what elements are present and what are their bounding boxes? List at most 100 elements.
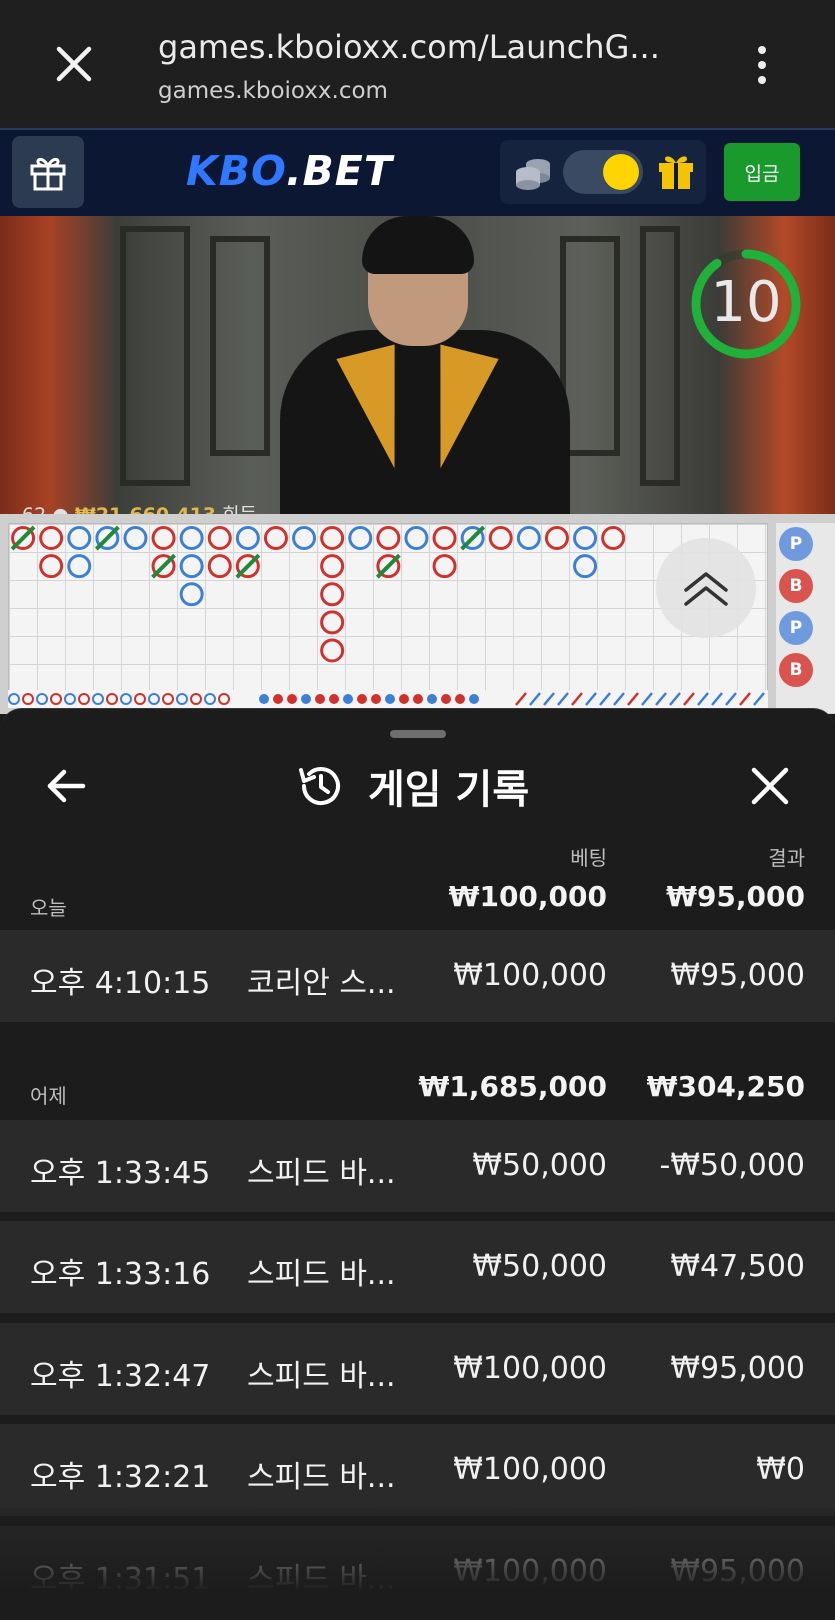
bead-banker: B	[779, 653, 813, 687]
banker-mark	[207, 526, 232, 551]
history-row[interactable]: 오후 4:10:15 코리안 스... ₩100,000 ₩95,000	[0, 930, 835, 1022]
cockroach-mark	[739, 692, 751, 706]
big-eye-mark	[36, 693, 48, 705]
banker-mark	[263, 526, 288, 551]
cockroach-mark	[557, 692, 569, 706]
row-time: 오후 1:33:16	[30, 1257, 211, 1292]
row-game: 스피드 바...	[247, 1257, 396, 1292]
big-eye-mark	[78, 693, 90, 705]
player-mark	[516, 526, 541, 551]
banker-mark	[39, 554, 64, 579]
small-road-mark	[469, 694, 479, 704]
chevron-double-up-icon	[684, 572, 728, 606]
player-mark	[348, 526, 373, 551]
coins-icon[interactable]	[512, 152, 554, 192]
history-icon	[296, 762, 344, 810]
group-bet-total: ₩100,000	[448, 880, 607, 913]
history-row[interactable]: 오후 1:32:47 스피드 바... ₩100,000 ₩95,000	[0, 1323, 835, 1415]
site-logo[interactable]: KBO.BET	[186, 147, 393, 195]
drag-handle[interactable]	[390, 730, 446, 738]
row-game: 스피드 바...	[247, 1156, 396, 1191]
banker-mark	[432, 526, 457, 551]
more-options-icon[interactable]	[742, 40, 782, 90]
cockroach-mark	[515, 692, 527, 706]
bonus-gift-icon[interactable]	[656, 150, 696, 192]
gift-button[interactable]	[12, 136, 84, 208]
banker-mark	[151, 526, 176, 551]
banker-mark	[432, 554, 457, 579]
big-eye-mark	[106, 693, 118, 705]
cockroach-mark	[641, 692, 653, 706]
cockroach-mark	[599, 692, 611, 706]
row-game: 스피드 바...	[247, 1460, 396, 1495]
group-label-today: 오늘	[30, 896, 67, 920]
big-eye-mark	[22, 693, 34, 705]
close-icon[interactable]	[744, 760, 796, 812]
cockroach-mark	[711, 692, 723, 706]
row-game: 스피드 바...	[247, 1359, 396, 1394]
row-time: 오후 4:10:15	[30, 966, 211, 1001]
logo-bet: .BET	[285, 147, 393, 195]
history-row[interactable]: 오후 1:33:45 스피드 바... ₩50,000 -₩50,000	[0, 1120, 835, 1212]
big-eye-mark	[218, 693, 230, 705]
row-bet: ₩100,000	[453, 1351, 607, 1386]
expand-roadmap-button[interactable]	[656, 538, 756, 638]
history-row[interactable]: 오후 1:33:16 스피드 바... ₩50,000 ₩47,500	[0, 1221, 835, 1313]
player-mark	[123, 526, 148, 551]
row-time: 오후 1:32:47	[30, 1359, 211, 1394]
banker-mark	[320, 554, 345, 579]
small-road-mark	[371, 694, 381, 704]
bead-banker: B	[779, 569, 813, 603]
url-title[interactable]: games.kboioxx.com/LaunchG...	[158, 28, 660, 66]
group-result-total: ₩95,000	[666, 880, 805, 913]
big-eye-mark	[148, 693, 160, 705]
small-road-mark	[455, 694, 465, 704]
banker-mark	[376, 526, 401, 551]
big-road[interactable]	[8, 523, 768, 693]
column-header-bet: 베팅	[570, 846, 607, 870]
row-result: ₩95,000	[670, 1554, 805, 1589]
row-time: 오후 1:31:51	[30, 1562, 211, 1597]
history-row[interactable]: 오후 1:32:21 스피드 바... ₩100,000 ₩0	[0, 1424, 835, 1516]
row-game: 코리안 스...	[247, 966, 396, 1001]
url-domain: games.kboioxx.com	[158, 78, 388, 104]
player-mark	[67, 554, 92, 579]
banker-mark	[488, 526, 513, 551]
big-eye-mark	[8, 693, 20, 705]
big-eye-mark	[50, 693, 62, 705]
banker-mark	[39, 526, 64, 551]
banker-mark	[207, 554, 232, 579]
site-header	[0, 128, 835, 216]
small-road-mark	[259, 694, 269, 704]
small-road-mark	[385, 694, 395, 704]
big-eye-mark	[162, 693, 174, 705]
history-row[interactable]: 오후 1:31:51 스피드 바... ₩100,000 ₩95,000	[0, 1526, 835, 1618]
cockroach-mark	[529, 692, 541, 706]
back-button[interactable]	[40, 760, 92, 812]
row-result: -₩50,000	[659, 1148, 805, 1183]
player-mark	[573, 554, 598, 579]
row-game: 스피드 바...	[247, 1562, 396, 1597]
deposit-button[interactable]: 입금	[724, 143, 800, 201]
player-mark	[573, 526, 598, 551]
close-tab-icon[interactable]	[48, 38, 100, 90]
big-eye-mark	[64, 693, 76, 705]
arrow-left-icon	[47, 769, 86, 803]
big-eye-mark	[92, 693, 104, 705]
banker-mark	[320, 610, 345, 635]
row-result: ₩0	[756, 1452, 805, 1487]
cockroach-mark	[585, 692, 597, 706]
banker-mark	[320, 638, 345, 663]
banker-mark	[320, 582, 345, 607]
group-result-total: ₩304,250	[646, 1070, 805, 1103]
panel-title: 게임 기록	[368, 767, 530, 813]
small-road-mark	[343, 694, 353, 704]
small-road-mark	[287, 694, 297, 704]
big-eye-mark	[134, 693, 146, 705]
group-label-yesterday: 어제	[30, 1084, 67, 1108]
banker-mark	[544, 526, 569, 551]
row-bet: ₩50,000	[472, 1249, 607, 1284]
big-eye-mark	[176, 693, 188, 705]
row-time: 오후 1:32:21	[30, 1460, 211, 1495]
big-eye-mark	[120, 693, 132, 705]
